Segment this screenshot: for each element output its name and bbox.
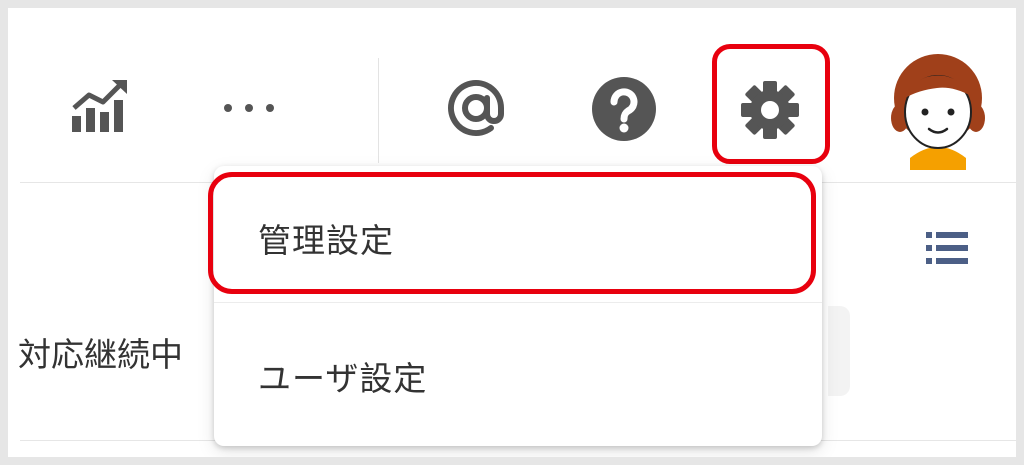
toolbar-divider xyxy=(378,58,379,163)
mention-icon[interactable] xyxy=(444,76,508,140)
menu-item-user-settings[interactable]: ユーザ設定 xyxy=(214,316,822,436)
settings-gear-icon[interactable] xyxy=(736,76,804,144)
list-view-icon[interactable] xyxy=(926,230,968,266)
settings-dropdown-menu: 管理設定 ユーザ設定 xyxy=(214,166,822,446)
menu-item-admin-settings[interactable]: 管理設定 xyxy=(214,188,822,288)
app-window: 対応継続中 管理設定 ユーザ設定 xyxy=(8,8,1016,457)
background-filter-chip xyxy=(828,306,850,396)
menu-divider xyxy=(214,302,822,303)
menu-item-label: ユーザ設定 xyxy=(258,359,428,398)
menu-item-label: 管理設定 xyxy=(258,221,394,260)
user-avatar[interactable] xyxy=(880,46,996,170)
help-icon[interactable] xyxy=(591,76,657,142)
more-icon[interactable] xyxy=(216,98,282,118)
status-label: 対応継続中 xyxy=(18,335,183,374)
analytics-chart-icon[interactable] xyxy=(68,76,132,138)
